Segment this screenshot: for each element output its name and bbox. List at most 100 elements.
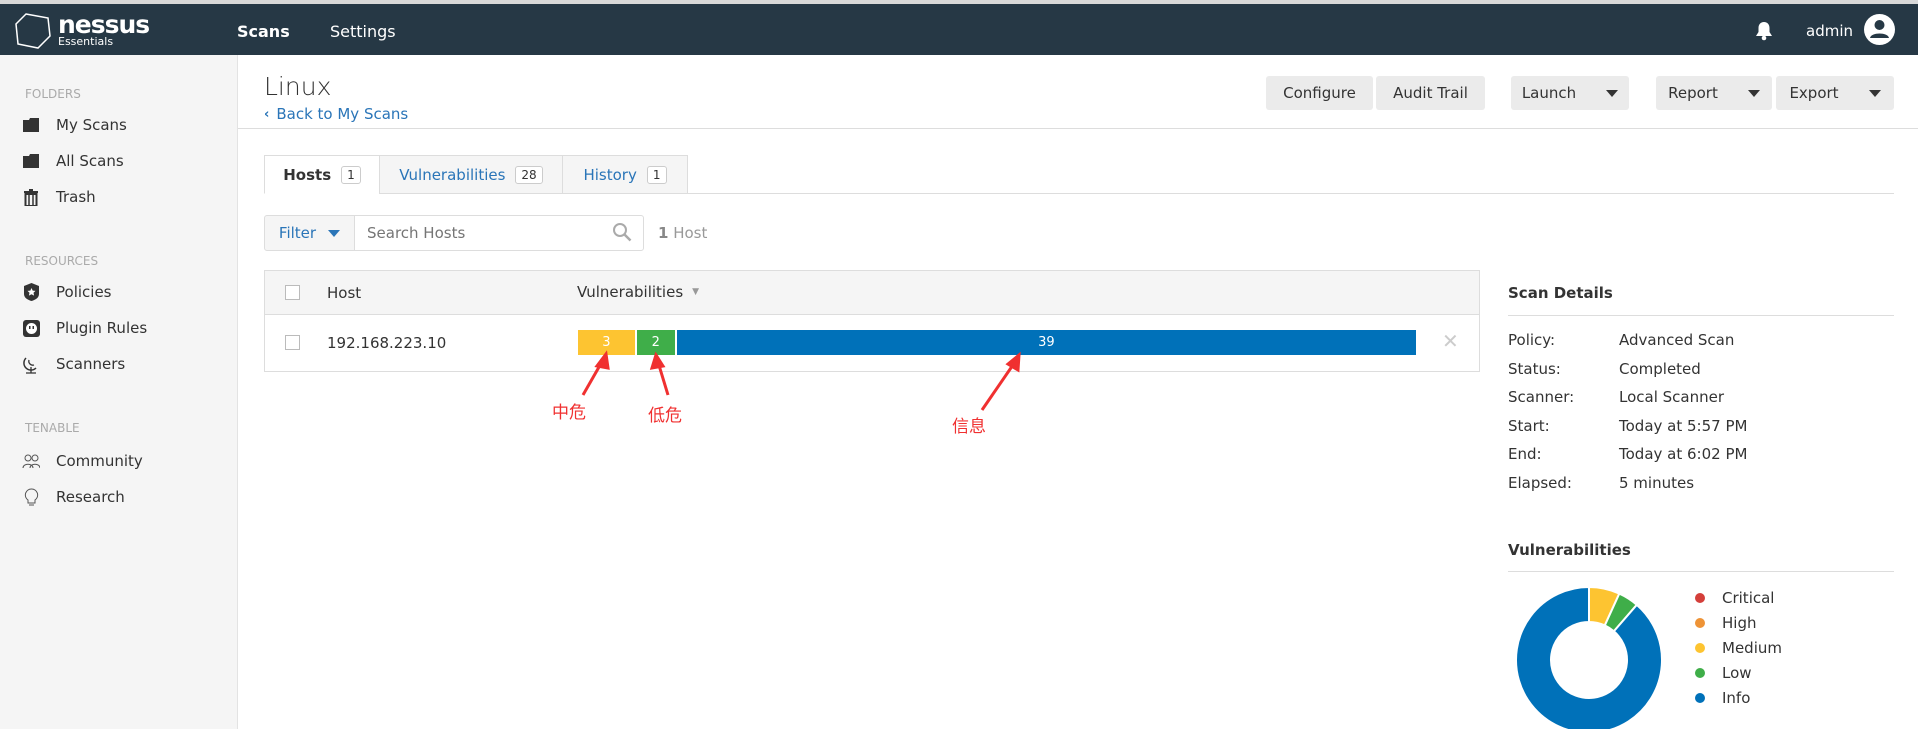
legend-label: Critical <box>1722 589 1775 607</box>
hexagon-logo-icon <box>15 13 51 49</box>
legend-label: High <box>1722 614 1757 632</box>
remove-host-icon[interactable]: ✕ <box>1442 329 1459 353</box>
shield-icon <box>22 283 40 301</box>
nessus-logo[interactable]: nessus Essentials <box>14 12 150 50</box>
top-navbar: nessus Essentials Scans Settings admin <box>0 4 1918 55</box>
report-button[interactable]: Report <box>1656 76 1772 110</box>
back-link[interactable]: ‹ Back to My Scans <box>264 105 408 123</box>
sidebar: FOLDERS My Scans All Scans Trash RESOURC… <box>0 55 238 729</box>
user-name[interactable]: admin <box>1806 22 1853 40</box>
column-host[interactable]: Host <box>327 284 361 302</box>
select-all-checkbox[interactable] <box>285 285 300 300</box>
annotation-info: 信息 <box>952 417 986 437</box>
legend-dot <box>1695 593 1705 603</box>
trash-icon <box>22 188 40 206</box>
detail-label: End: <box>1508 445 1542 463</box>
lightbulb-icon <box>22 487 40 506</box>
segment-medium[interactable]: 3 <box>578 330 635 355</box>
vulnerabilities-chart-title: Vulnerabilities <box>1508 541 1631 559</box>
export-button[interactable]: Export <box>1776 76 1894 110</box>
column-label: Vulnerabilities <box>577 283 684 301</box>
back-link-label: Back to My Scans <box>276 105 409 123</box>
detail-label: Policy: <box>1508 331 1556 349</box>
folder-icon <box>22 116 40 134</box>
table-header <box>265 271 1479 315</box>
sidebar-item-policies[interactable]: Policies <box>22 283 111 301</box>
sidebar-item-trash[interactable]: Trash <box>22 188 96 206</box>
sidebar-item-all-scans[interactable]: All Scans <box>22 152 124 170</box>
user-avatar-icon[interactable] <box>1864 14 1895 45</box>
tab-count-badge: 1 <box>646 165 667 184</box>
audit-trail-button[interactable]: Audit Trail <box>1376 76 1485 110</box>
caret-down-icon <box>1606 89 1619 97</box>
header-divider <box>238 128 1918 129</box>
annotation-low: 低危 <box>648 406 682 426</box>
vulnerability-bar[interactable]: 3 2 39 <box>578 330 1416 355</box>
tab-hosts[interactable]: Hosts 1 <box>264 155 380 194</box>
sidebar-item-my-scans[interactable]: My Scans <box>22 116 127 134</box>
nav-scans[interactable]: Scans <box>237 22 290 41</box>
legend-dot <box>1695 618 1705 628</box>
sidebar-item-community[interactable]: Community <box>22 452 143 470</box>
legend-item-low[interactable]: Low <box>1695 664 1752 682</box>
nav-settings[interactable]: Settings <box>330 22 396 41</box>
legend-dot <box>1695 668 1705 678</box>
detail-label: Start: <box>1508 416 1550 435</box>
sidebar-item-label: Plugin Rules <box>56 319 148 337</box>
host-count: 1 Host <box>658 224 708 242</box>
search-hosts-input[interactable] <box>354 215 644 251</box>
search-icon[interactable] <box>612 222 632 242</box>
table-row[interactable]: 192.168.223.10 3 2 39 ✕ <box>265 315 1479 371</box>
chevron-left-icon: ‹ <box>264 106 270 122</box>
tab-count-badge: 1 <box>341 165 361 184</box>
sidebar-item-scanners[interactable]: Scanners <box>22 355 126 374</box>
sidebar-item-label: Trash <box>56 188 96 206</box>
launch-button[interactable]: Launch <box>1511 76 1629 110</box>
sidebar-item-label: Research <box>56 488 125 506</box>
legend-dot <box>1695 693 1705 703</box>
tab-vulnerabilities[interactable]: Vulnerabilities 28 <box>379 155 563 194</box>
sidebar-item-label: Scanners <box>56 355 126 373</box>
configure-button[interactable]: Configure <box>1266 76 1373 110</box>
divider <box>1508 315 1894 316</box>
detail-value: Today at 6:02 PM <box>1619 445 1748 463</box>
vulnerabilities-donut-chart[interactable] <box>1510 580 1670 729</box>
host-ip[interactable]: 192.168.223.10 <box>327 334 446 352</box>
detail-label: Scanner: <box>1508 388 1575 406</box>
detail-label: Elapsed: <box>1508 473 1572 492</box>
legend-label: Info <box>1722 689 1751 707</box>
community-icon <box>22 452 40 470</box>
report-label: Report <box>1668 84 1718 102</box>
export-label: Export <box>1789 84 1839 102</box>
launch-label: Launch <box>1521 84 1577 102</box>
detail-value: Advanced Scan <box>1619 331 1735 349</box>
folder-icon <box>22 152 40 170</box>
annotation-medium: 中危 <box>552 403 586 423</box>
legend-item-medium[interactable]: Medium <box>1695 639 1782 657</box>
sidebar-item-plugin-rules[interactable]: Plugin Rules <box>22 319 147 337</box>
legend-label: Low <box>1722 664 1752 682</box>
tab-history[interactable]: History 1 <box>562 155 688 194</box>
row-checkbox[interactable] <box>285 335 300 350</box>
segment-info[interactable]: 39 <box>676 330 1416 355</box>
legend-item-info[interactable]: Info <box>1695 689 1750 707</box>
section-tenable: TENABLE <box>25 421 80 435</box>
legend-item-critical[interactable]: Critical <box>1695 589 1774 607</box>
legend-item-high[interactable]: High <box>1695 614 1756 632</box>
detail-value: Local Scanner <box>1619 388 1725 406</box>
sidebar-item-label: Community <box>56 452 143 470</box>
tab-count-badge: 28 <box>515 165 543 184</box>
section-resources: RESOURCES <box>25 254 99 268</box>
filter-button[interactable]: Filter <box>264 215 355 251</box>
column-vulnerabilities[interactable]: Vulnerabilities ▼ <box>577 283 699 301</box>
sidebar-item-label: All Scans <box>56 152 124 170</box>
caret-down-icon <box>328 229 341 237</box>
plug-icon <box>22 319 40 337</box>
page-title: Linux <box>264 72 332 101</box>
bell-icon[interactable] <box>1755 21 1773 41</box>
segment-low[interactable]: 2 <box>636 330 675 355</box>
sidebar-item-research[interactable]: Research <box>22 487 125 506</box>
donut-slice-info[interactable] <box>1515 585 1663 729</box>
sidebar-item-label: My Scans <box>56 116 127 134</box>
detail-label: Status: <box>1508 359 1561 378</box>
